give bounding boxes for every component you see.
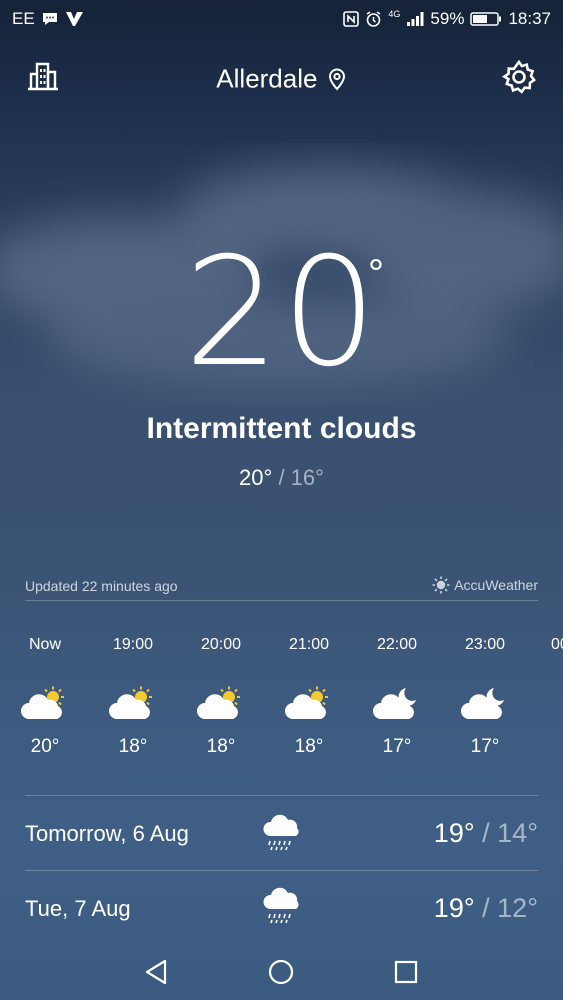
battery-percent: 59%: [430, 9, 465, 28]
hour-time: 21:00: [288, 636, 330, 653]
hourly-item: 20:00 18°: [186, 636, 256, 757]
hour-temp: 18°: [206, 736, 236, 757]
hour-time: 19:00: [112, 636, 154, 653]
nfc-icon: [343, 11, 360, 27]
partly-sunny-icon: [108, 686, 158, 722]
day-label: Tomorrow, 6 Aug: [25, 821, 189, 846]
hour-temp: 18°: [118, 736, 148, 757]
temp-separator: /: [474, 893, 498, 923]
city-name: Allerdale: [216, 63, 318, 94]
temp-separator: /: [272, 465, 291, 490]
accuweather-sun-icon: [432, 576, 450, 594]
hour-temp: 20°: [30, 736, 60, 757]
day-temperature: 19° / 12°: [434, 893, 538, 924]
hour-temp: 18°: [294, 736, 324, 757]
recent-apps-icon[interactable]: [394, 960, 418, 984]
location-title[interactable]: Allerdale: [0, 62, 563, 95]
network-type-label: 4G: [388, 9, 401, 19]
alarm-icon: [366, 10, 381, 27]
day-label: Tue, 7 Aug: [25, 896, 131, 921]
rain-cloud-icon: [262, 887, 302, 925]
hourly-item: 19:00 18°: [98, 636, 168, 757]
rain-cloud-icon: [262, 814, 302, 852]
divider: [25, 870, 538, 871]
partly-cloudy-night-icon: [372, 686, 422, 722]
hourly-item: 21:00 18°: [274, 636, 344, 757]
hourly-item: 23:00 17°: [450, 636, 520, 757]
high-low-temperature: 20° / 16°: [0, 465, 563, 491]
temp-separator: /: [474, 818, 498, 848]
clock: 18:37: [508, 9, 551, 28]
day-high: 19°: [433, 893, 475, 923]
updated-time: Updated 22 minutes ago: [25, 578, 178, 594]
weather-condition: Intermittent clouds: [146, 412, 417, 445]
partly-sunny-icon: [20, 686, 70, 722]
hour-time: 22:00: [376, 636, 418, 653]
low-temp: 16°: [290, 465, 324, 490]
message-icon: [42, 13, 57, 25]
signal-icon: [407, 12, 424, 26]
day-temperature: 19° / 14°: [434, 818, 538, 849]
hourly-item: 00:00: [538, 636, 563, 654]
partly-sunny-icon: [196, 686, 246, 722]
app-notification-icon: [65, 12, 83, 26]
hour-time: Now: [28, 636, 61, 653]
provider-name: AccuWeather: [454, 577, 538, 593]
hour-time: 20:00: [200, 636, 242, 653]
partly-sunny-icon: [284, 686, 334, 722]
day-low: 14°: [497, 818, 538, 848]
hour-time: 23:00: [464, 636, 506, 653]
home-icon[interactable]: [268, 959, 294, 985]
current-temperature: 20: [184, 226, 379, 400]
hourly-item: 22:00 17°: [362, 636, 432, 757]
location-pin-icon: [328, 68, 345, 91]
divider: [25, 795, 538, 796]
partly-cloudy-night-icon: [460, 686, 510, 722]
day-low: 12°: [497, 893, 538, 923]
divider: [25, 600, 538, 601]
provider-credit[interactable]: AccuWeather: [432, 576, 538, 594]
hour-temp: 17°: [470, 736, 500, 757]
navigation-bar: [0, 940, 563, 1000]
status-bar: EE 4G 59% 18:37: [0, 0, 563, 38]
settings-gear-icon[interactable]: [501, 59, 537, 95]
back-icon[interactable]: [144, 959, 168, 985]
hour-temp: 17°: [382, 736, 412, 757]
hour-time: 00:00: [551, 636, 563, 653]
day-high: 19°: [433, 818, 475, 848]
carrier-label: EE: [12, 9, 35, 28]
battery-icon: [470, 12, 502, 26]
degree-symbol: °: [368, 252, 384, 296]
hourly-item: Now 20°: [10, 636, 80, 757]
high-temp: 20°: [239, 465, 273, 490]
